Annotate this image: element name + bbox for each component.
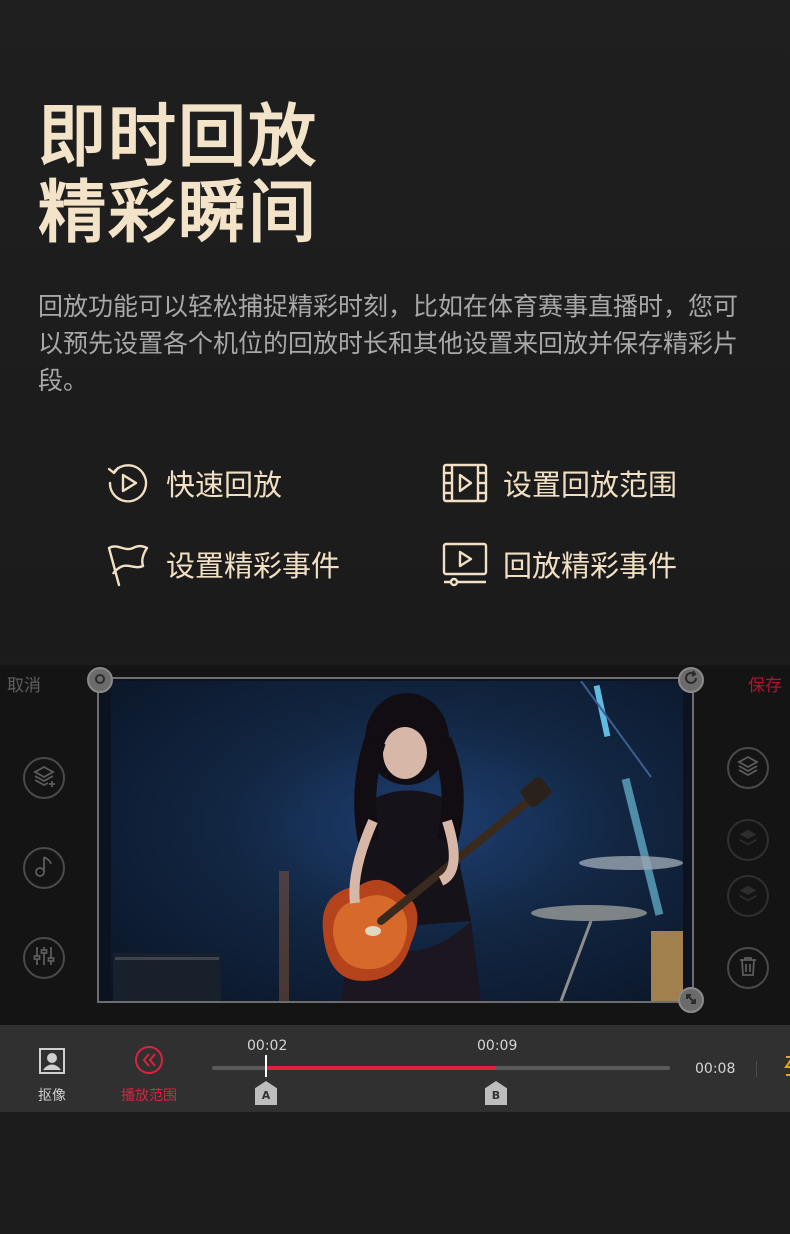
- feature-set-range: 设置回放范围: [441, 453, 677, 513]
- replay-icon: [104, 459, 152, 507]
- marker-b-handle[interactable]: B: [485, 1081, 507, 1105]
- marker-b-label: B: [491, 1089, 501, 1102]
- portrait-label: 抠像: [38, 1088, 66, 1104]
- concert-scene-image: [113, 681, 683, 1001]
- more-tools-icon[interactable]: [783, 1053, 790, 1083]
- hero-title: 即时回放 精彩瞬间: [38, 100, 318, 252]
- replay-editor: 取消 保存: [0, 655, 790, 1025]
- page-footer-space: [0, 1112, 790, 1234]
- portrait-icon: [38, 1047, 66, 1079]
- rotate-handle[interactable]: [87, 667, 113, 693]
- feature-set-highlight: 设置精彩事件: [104, 534, 340, 594]
- layers-add-button[interactable]: [727, 819, 769, 861]
- rotate-icon: [93, 671, 107, 690]
- layers-stack-icon: [737, 883, 759, 909]
- range-end-time: 00:09: [477, 1038, 518, 1054]
- feature-replay-highlight: 回放精彩事件: [441, 534, 677, 594]
- toolbar-divider: [756, 1061, 757, 1077]
- video-preview-frame[interactable]: [87, 667, 704, 1013]
- delete-button[interactable]: [727, 947, 769, 989]
- marker-a-handle[interactable]: A: [255, 1081, 277, 1105]
- refresh-icon: [683, 670, 699, 690]
- timeline-selected-range: [266, 1066, 496, 1070]
- save-button[interactable]: 保存: [748, 671, 782, 696]
- rewind-circle-icon: [134, 1045, 164, 1079]
- portrait-cutout-button[interactable]: 抠像: [36, 1047, 68, 1105]
- hero-description: 回放功能可以轻松捕捉精彩时刻，比如在体育赛事直播时，您可以预先设置各个机位的回放…: [38, 292, 739, 395]
- flag-icon: [104, 540, 152, 588]
- play-range-label: 播放范围: [121, 1088, 177, 1104]
- resize-handle[interactable]: [678, 987, 704, 1013]
- feature-label: 快速回放: [166, 468, 283, 502]
- trash-icon: [737, 955, 759, 981]
- hero-title-line-2: 精彩瞬间: [38, 174, 319, 253]
- feature-label: 回放精彩事件: [503, 549, 678, 583]
- monitor-play-icon: [441, 540, 489, 588]
- duration-label: 00:08: [695, 1061, 736, 1077]
- music-note-icon: [33, 854, 55, 882]
- layers-icon: [736, 754, 760, 782]
- resize-arrows-icon: [684, 991, 698, 1010]
- music-button[interactable]: [23, 847, 65, 889]
- feature-quick-replay: 快速回放: [104, 453, 282, 513]
- add-layer-icon: [32, 764, 56, 792]
- hero-title-line-1: 即时回放: [38, 98, 319, 177]
- feature-label: 设置精彩事件: [166, 549, 341, 583]
- cancel-button[interactable]: 取消: [7, 671, 41, 696]
- playhead[interactable]: [265, 1055, 267, 1077]
- mixer-sliders-icon: [32, 944, 56, 972]
- range-start-time: 00:02: [247, 1038, 288, 1054]
- film-play-icon: [441, 459, 489, 507]
- layers-button[interactable]: [727, 747, 769, 789]
- editor-top-strip: [0, 655, 790, 665]
- marker-a-label: A: [261, 1089, 271, 1102]
- timeline-toolbar: 抠像 播放范围 00:02 00:09 A B 00:08: [0, 1025, 790, 1112]
- feature-label: 设置回放范围: [503, 468, 678, 502]
- video-preview: [111, 681, 683, 1001]
- layers-add-icon: [737, 827, 759, 853]
- play-range-button[interactable]: 播放范围: [119, 1045, 179, 1105]
- flip-handle[interactable]: [678, 667, 704, 693]
- layers-stack-button[interactable]: [727, 875, 769, 917]
- mixer-button[interactable]: [23, 937, 65, 979]
- add-layer-button[interactable]: [23, 757, 65, 799]
